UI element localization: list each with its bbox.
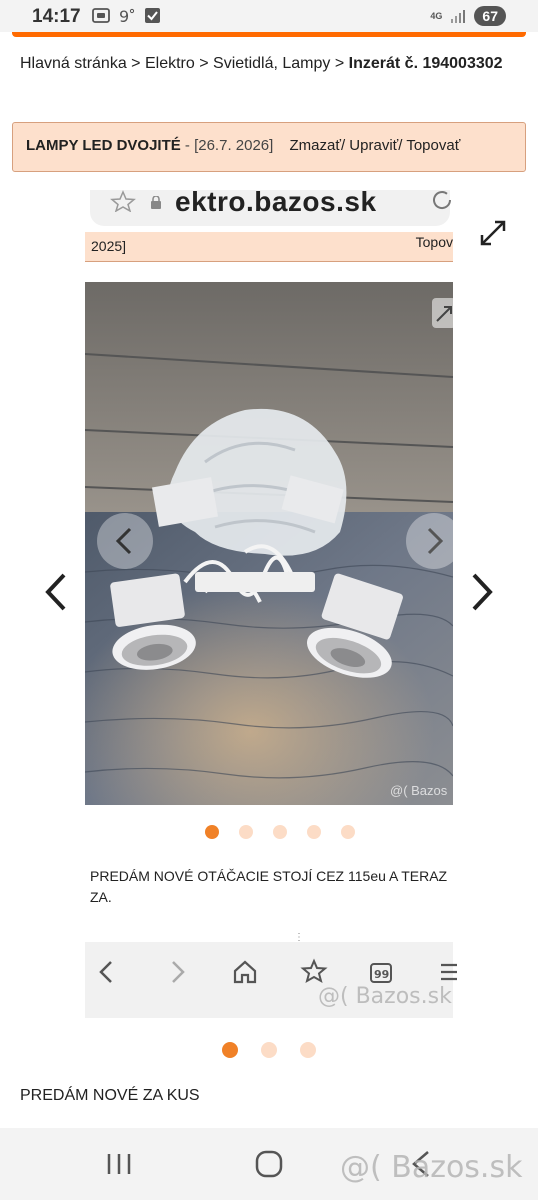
status-time: 14:17 — [32, 6, 81, 27]
status-bar: 14:17 9 4G 67 — [0, 0, 538, 32]
status-system-icons: 4G 67 — [430, 6, 506, 26]
breadcrumb-category-link[interactable]: Elektro — [145, 55, 195, 72]
gallery-dot — [239, 825, 253, 839]
embedded-date: 2025] — [91, 238, 127, 254]
listing-date: - [26.7. 2026] — [184, 137, 274, 154]
toolbar-watermark: @( Bazos.sk — [318, 984, 452, 1009]
home-icon — [233, 960, 257, 984]
gallery-dot — [341, 825, 355, 839]
embedded-expand-icon — [432, 298, 456, 328]
nav-watermark: @( Bazos.sk — [340, 1150, 523, 1185]
weather-icon: 9 — [119, 7, 135, 24]
lock-icon — [151, 196, 161, 209]
page-top-accent-bar — [12, 32, 526, 37]
battery-indicator: 67 — [474, 6, 506, 26]
home-button-icon[interactable] — [249, 1148, 289, 1180]
gallery-dots — [222, 1042, 316, 1058]
gallery-dot — [307, 825, 321, 839]
screenshot-icon — [92, 8, 110, 23]
network-type: 4G — [430, 10, 443, 21]
menu-icon — [441, 963, 457, 981]
embedded-url-field: ektro.bazos.sk — [90, 190, 452, 226]
breadcrumb: Hlavná stránka > Elektro > Svietidlá, La… — [20, 52, 520, 75]
back-arrow-icon — [99, 961, 112, 983]
signal-icon — [451, 10, 466, 23]
embedded-prev-arrow — [97, 513, 153, 569]
breadcrumb-home-link[interactable]: Hlavná stránka — [20, 55, 127, 72]
gallery-prev-button[interactable] — [36, 567, 76, 617]
star-icon — [110, 190, 136, 212]
embedded-listing-header: 2025] Topov — [85, 232, 453, 262]
breadcrumb-separator: > — [199, 55, 209, 72]
gallery-next-button[interactable] — [462, 567, 502, 617]
breadcrumb-current: Inzerát č. 194003302 — [348, 55, 503, 72]
embedded-topovat: Topov — [415, 234, 453, 250]
forward-arrow-icon — [172, 961, 185, 983]
embedded-browser-urlbar: ektro.bazos.sk — [85, 190, 453, 232]
bookmark-star-icon — [300, 958, 328, 984]
svg-text:9: 9 — [119, 7, 129, 24]
svg-text:99: 99 — [374, 968, 389, 981]
embedded-gallery-dots — [205, 825, 355, 839]
listing-title-bar: LAMPY LED DVOJITÉ - [26.7. 2026] Zmazať/… — [12, 122, 526, 172]
photo-watermark: @( Bazos — [390, 783, 448, 798]
gallery-dot[interactable] — [300, 1042, 316, 1058]
gallery-dot[interactable] — [222, 1042, 238, 1058]
tabs-icon: 99 — [370, 963, 392, 983]
gallery-dot — [205, 825, 219, 839]
listing-description: PREDÁM NOVÉ ZA KUS — [20, 1087, 200, 1104]
gallery-dot[interactable] — [261, 1042, 277, 1058]
embedded-url-text: ektro.bazos.sk — [175, 190, 377, 217]
gallery-dot — [273, 825, 287, 839]
fullscreen-expand-icon[interactable] — [478, 218, 508, 248]
listing-title: LAMPY LED DVOJITÉ — [26, 137, 181, 154]
checkbox-notification-icon — [145, 8, 160, 23]
reload-icon — [433, 191, 452, 209]
recent-apps-icon[interactable] — [99, 1148, 139, 1180]
system-navigation-bar: @( Bazos.sk — [0, 1128, 538, 1200]
embedded-next-arrow — [406, 513, 462, 569]
status-notification-icons: 9 — [92, 7, 162, 24]
breadcrumb-separator: > — [334, 55, 345, 72]
breadcrumb-separator: > — [131, 55, 141, 72]
embedded-description: PREDÁM NOVÉ OTÁČACIE STOJÍ CEZ 115eu A T… — [90, 868, 448, 905]
breadcrumb-subcategory-link[interactable]: Svietidlá, Lampy — [213, 55, 330, 72]
listing-actions-link[interactable]: Zmazať/ Upraviť/ Topovať — [290, 137, 461, 154]
